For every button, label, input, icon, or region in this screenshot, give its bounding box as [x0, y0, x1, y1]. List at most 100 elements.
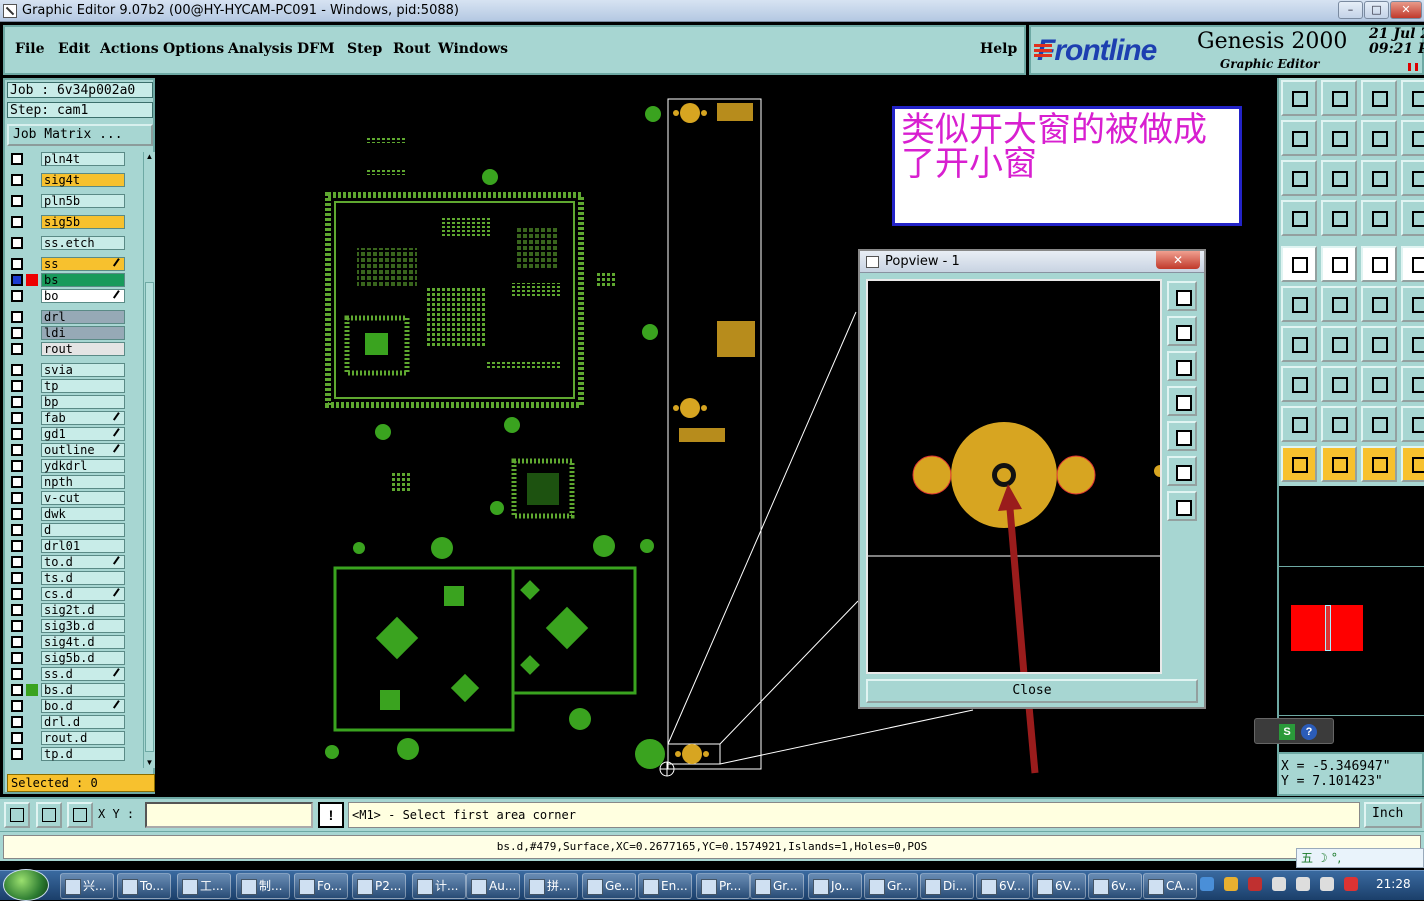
tool-route-icon[interactable] [1281, 286, 1317, 322]
overview-map[interactable] [1277, 486, 1424, 796]
layer-name[interactable]: gd1 [41, 427, 125, 441]
popview-view[interactable] [866, 279, 1166, 782]
layer-checkbox[interactable] [11, 636, 23, 648]
layer-row[interactable]: bs [7, 273, 127, 287]
layer-name[interactable]: ts.d [41, 571, 125, 585]
layer-row[interactable]: sig2t.d [7, 603, 127, 617]
taskbar-item[interactable]: 工... [177, 873, 231, 899]
layer-row[interactable]: ss.d [7, 667, 127, 681]
taskbar-item[interactable]: P2... [352, 873, 406, 899]
layer-row[interactable]: npth [7, 475, 127, 489]
layer-checkbox[interactable] [11, 476, 23, 488]
layer-row[interactable]: cs.d [7, 587, 127, 601]
layer-checkbox[interactable] [11, 216, 23, 228]
s-icon[interactable]: S [1279, 724, 1295, 740]
layer-checkbox[interactable] [11, 444, 23, 456]
scroll-down-arrow[interactable]: ▼ [144, 758, 155, 768]
layer-checkbox[interactable] [11, 428, 23, 440]
layer-name[interactable]: d [41, 523, 125, 537]
tool-help-icon[interactable] [1401, 160, 1424, 196]
tool-home-icon[interactable] [1281, 80, 1317, 116]
layer-name[interactable]: bs [41, 273, 125, 287]
layer-checkbox[interactable] [11, 380, 23, 392]
taskbar-item[interactable]: En... [638, 873, 692, 899]
layer-row[interactable]: ss.etch [7, 236, 127, 250]
layer-row[interactable]: sig4t.d [7, 635, 127, 649]
menu-edit[interactable]: Edit [58, 41, 90, 57]
xy-input[interactable] [145, 802, 313, 828]
taskbar-item[interactable]: Fo... [294, 873, 348, 899]
layer-checkbox[interactable] [11, 274, 23, 286]
layer-checkbox[interactable] [11, 572, 23, 584]
layer-checkbox[interactable] [11, 748, 23, 760]
layer-row[interactable]: pln5b [7, 194, 127, 208]
tool-measure-icon[interactable] [1281, 200, 1317, 236]
taskbar-item[interactable]: Gr... [864, 873, 918, 899]
taskbar-item[interactable]: Pr... [696, 873, 750, 899]
diagonal-icon[interactable] [36, 802, 62, 828]
layer-name[interactable]: ldi [41, 326, 125, 340]
taskbar-item[interactable]: Gr... [750, 873, 804, 899]
job-matrix-button[interactable]: Job Matrix ... [7, 124, 153, 146]
tool-connect-alt-icon[interactable] [1401, 286, 1424, 322]
layer-checkbox[interactable] [11, 604, 23, 616]
tool-cross-icon[interactable] [1321, 286, 1357, 322]
unit-selector[interactable]: Inch [1364, 802, 1422, 828]
tool-triangle-alt-icon[interactable] [1321, 406, 1357, 442]
layer-name[interactable]: ss.etch [41, 236, 125, 250]
layer-checkbox[interactable] [11, 668, 23, 680]
layer-name[interactable]: npth [41, 475, 125, 489]
tool-pointer-chart-icon[interactable] [1401, 446, 1424, 482]
layer-checkbox[interactable] [11, 556, 23, 568]
layer-name[interactable]: cs.d [41, 587, 125, 601]
taskbar-item[interactable]: 兴... [60, 873, 114, 899]
layer-name[interactable]: bo [41, 289, 125, 303]
layer-row[interactable]: bo.d [7, 699, 127, 713]
tool-triangle-icon[interactable] [1281, 406, 1317, 442]
tool-house-icon[interactable] [1361, 80, 1397, 116]
taskbar-item[interactable]: 6v... [1088, 873, 1142, 899]
layer-checkbox[interactable] [11, 652, 23, 664]
layer-checkbox[interactable] [11, 716, 23, 728]
popview-tool-right-icon[interactable] [1167, 421, 1197, 451]
popview-close-button[interactable]: Close [866, 679, 1198, 703]
tool-angle-icon[interactable] [1281, 326, 1317, 362]
layer-row[interactable]: rout [7, 342, 127, 356]
tool-pan-left-icon[interactable] [1281, 120, 1317, 156]
layer-row[interactable]: sig5b [7, 215, 127, 229]
taskbar-item[interactable]: Di... [920, 873, 974, 899]
layer-name[interactable]: rout [41, 342, 125, 356]
popview-tool-down-icon[interactable] [1167, 351, 1197, 381]
layer-name[interactable]: svia [41, 363, 125, 377]
tool-pan-right-icon[interactable] [1321, 120, 1357, 156]
layer-row[interactable]: tp.d [7, 747, 127, 761]
layer-row[interactable]: svia [7, 363, 127, 377]
tool-scale-icon[interactable] [1361, 160, 1397, 196]
tool-pointer-circle-icon[interactable] [1361, 446, 1397, 482]
layer-row[interactable]: v-cut [7, 491, 127, 505]
menu-windows[interactable]: Windows [438, 41, 508, 57]
layer-checkbox[interactable] [11, 588, 23, 600]
layer-name[interactable]: fab [41, 411, 125, 425]
layer-checkbox[interactable] [11, 620, 23, 632]
menu-rout[interactable]: Rout [393, 41, 431, 57]
close-window-button[interactable]: ✕ [1390, 1, 1422, 19]
layer-name[interactable]: sig5b [41, 215, 125, 229]
taskbar-item[interactable]: 6V... [1032, 873, 1086, 899]
tool-cut-line-icon[interactable] [1321, 366, 1357, 402]
taskbar-item[interactable]: Ge... [582, 873, 636, 899]
taskbar-item[interactable]: To... [117, 873, 171, 899]
taskbar-item[interactable]: 计... [412, 873, 466, 899]
layer-name[interactable]: sig3b.d [41, 619, 125, 633]
layer-name[interactable]: sig2t.d [41, 603, 125, 617]
layer-row[interactable]: ldi [7, 326, 127, 340]
tool-dot-icon[interactable] [1401, 246, 1424, 282]
popview-close-x-button[interactable]: ✕ [1156, 251, 1200, 269]
layer-name[interactable]: outline [41, 443, 125, 457]
layer-name[interactable]: tp [41, 379, 125, 393]
tool-diagonal-icon[interactable] [1321, 326, 1357, 362]
tool-pointer-box-icon[interactable] [1321, 446, 1357, 482]
layer-checkbox[interactable] [11, 412, 23, 424]
menu-dfm[interactable]: DFM [297, 41, 335, 57]
zoom-area-icon[interactable] [4, 802, 30, 828]
